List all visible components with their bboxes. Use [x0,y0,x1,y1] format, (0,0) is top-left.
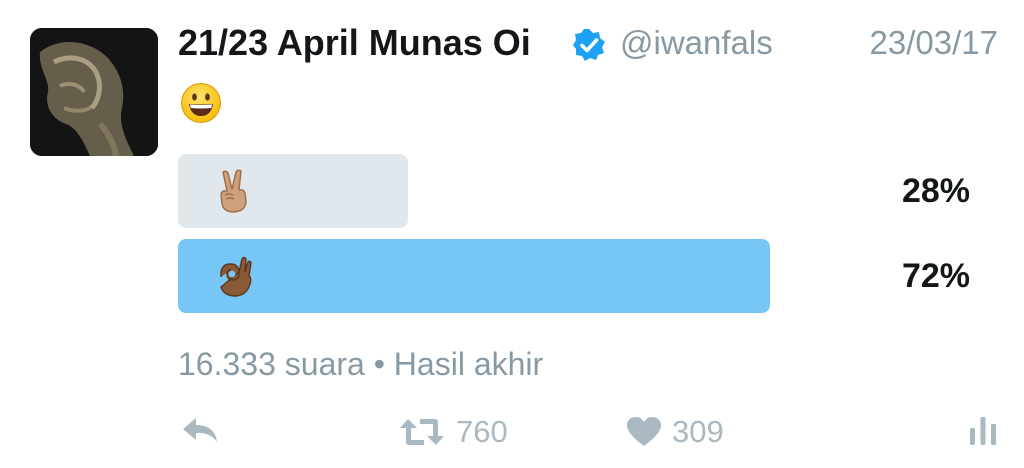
retweet-button[interactable]: 760 [398,414,508,450]
heart-icon [627,417,661,446]
like-button[interactable]: 309 [626,414,724,450]
tweet-date[interactable]: 23/03/17 [870,24,998,62]
vote-count: 16.333 suara [178,346,365,382]
poll-status: Hasil akhir [393,346,544,382]
like-count: 309 [672,414,724,449]
tweet-actions: 760 309 [178,414,998,454]
poll: 28% 72% [178,154,978,324]
author-handle[interactable]: @iwanfals [620,24,773,62]
grinning-face-icon [181,83,221,123]
retweet-icon [400,419,444,445]
ok-hand-icon [220,256,252,297]
reply-icon [183,418,217,442]
poll-percentage: 28% [901,172,970,210]
verified-badge-icon [573,29,605,61]
reply-button[interactable] [180,414,220,446]
separator-dot: • [373,346,385,382]
analytics-icon [970,417,996,445]
poll-meta: 16.333 suara • Hasil akhir [178,346,543,383]
author-name[interactable]: 21/23 April Munas Oi [178,22,531,64]
avatar[interactable] [30,28,158,156]
analytics-button[interactable] [968,414,998,446]
poll-option: 72% [178,239,978,313]
tweet-header: 21/23 April Munas Oi @iwanfals 23/03/17 [178,22,998,72]
poll-percentage: 72% [901,257,970,295]
poll-result-bar [178,239,770,313]
poll-option: 28% [178,154,978,228]
retweet-count: 760 [456,414,508,449]
victory-hand-icon [220,169,247,213]
